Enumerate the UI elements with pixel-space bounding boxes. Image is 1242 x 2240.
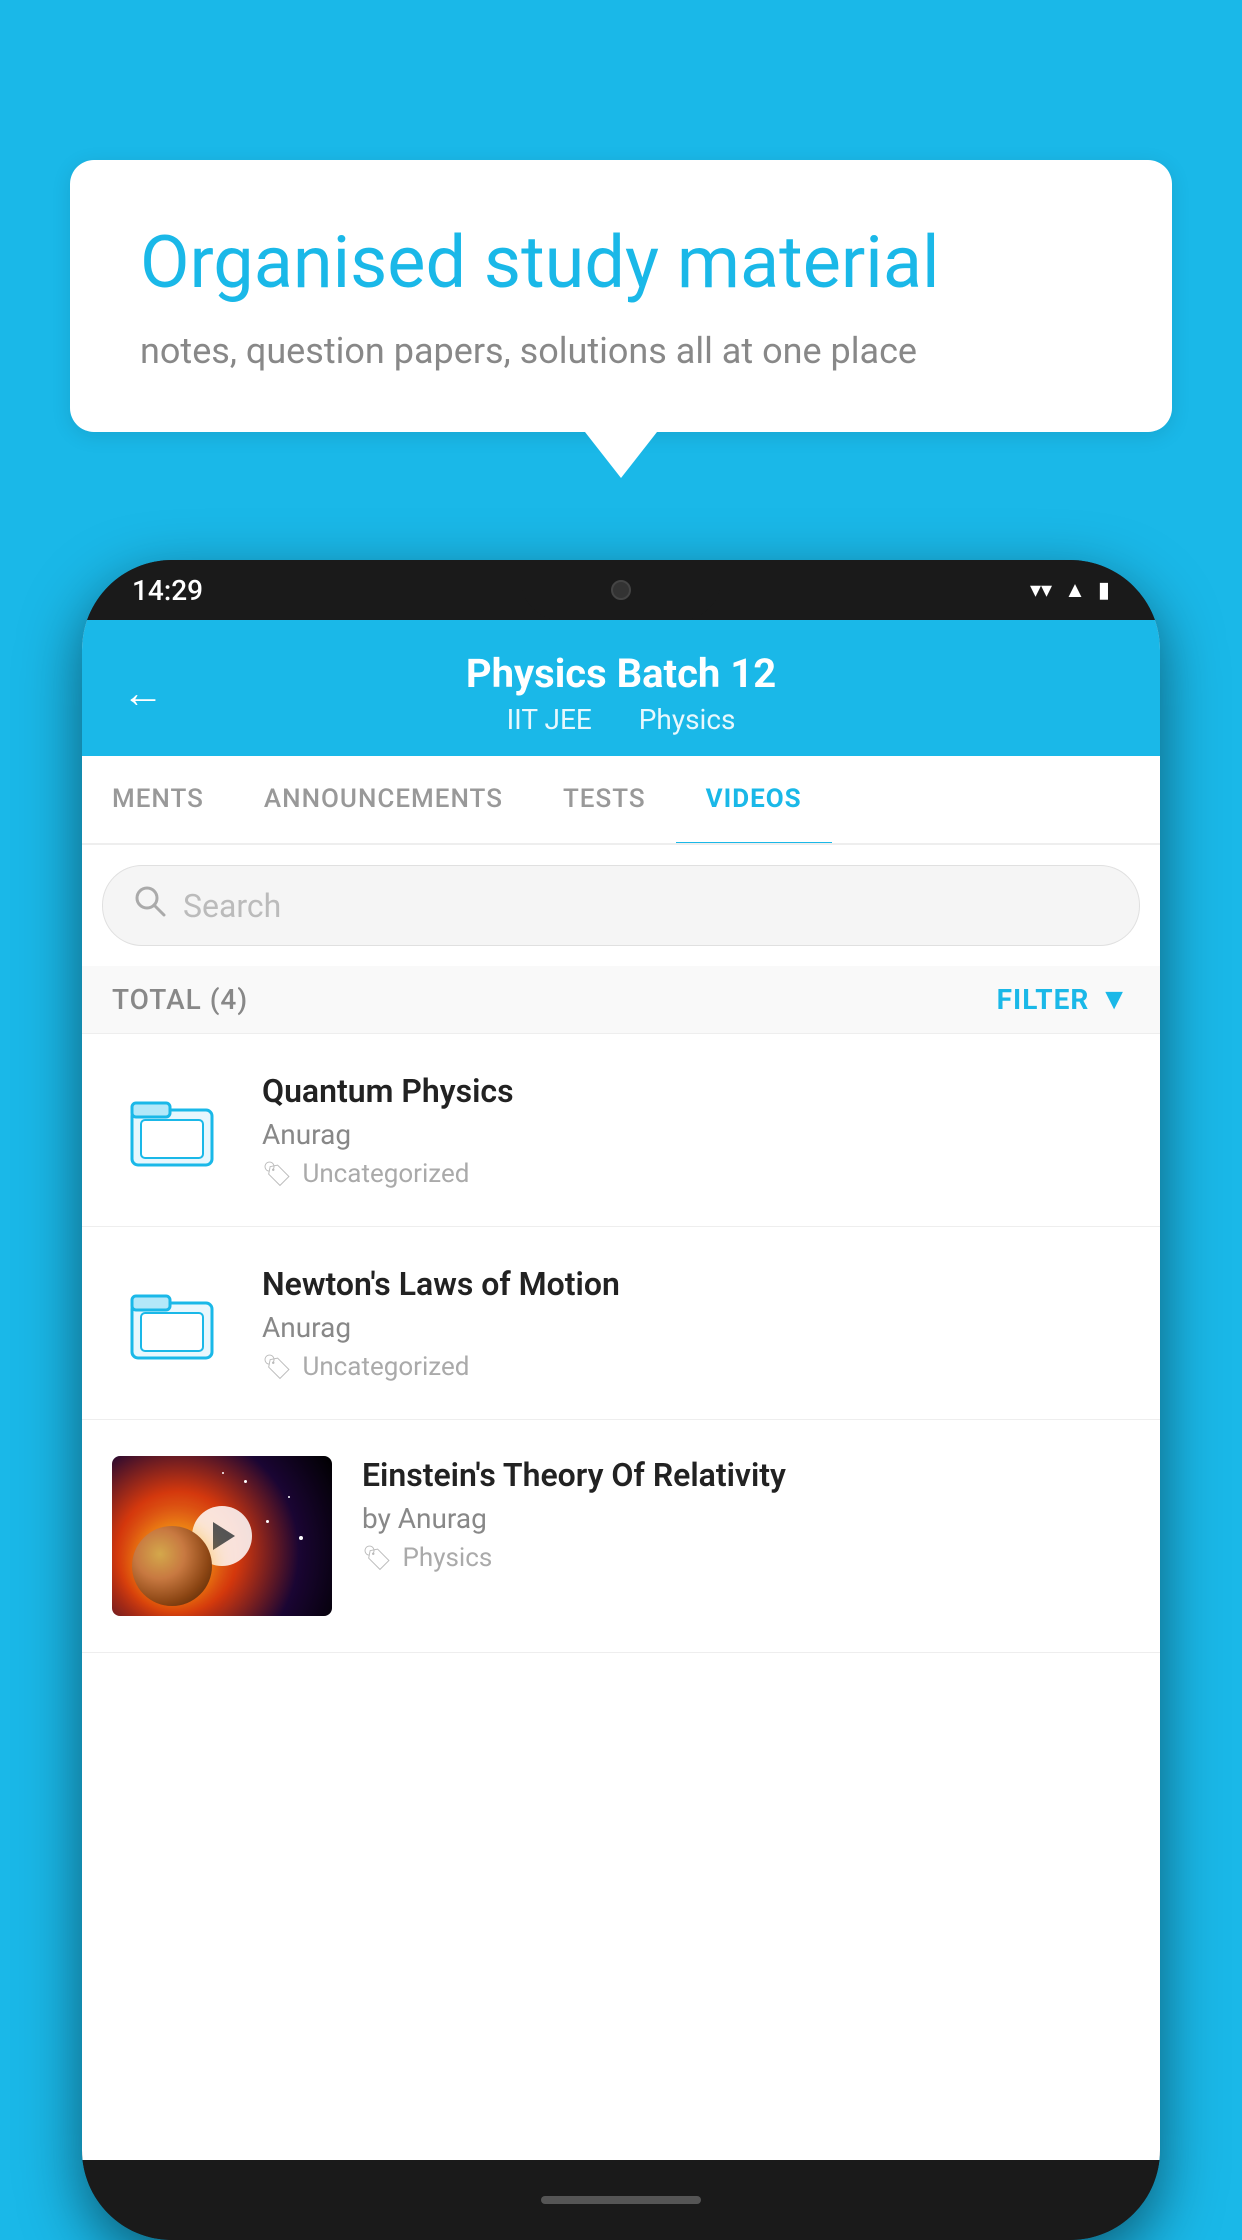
tab-tests[interactable]: TESTS bbox=[533, 756, 676, 845]
subtitle-physics: Physics bbox=[639, 703, 736, 736]
phone-bottom-bar bbox=[82, 2160, 1160, 2240]
video-folder-icon bbox=[112, 1263, 232, 1383]
video-tag: 🏷 Uncategorized bbox=[262, 1159, 1130, 1189]
bubble-subtitle: notes, question papers, solutions all at… bbox=[140, 330, 1102, 372]
video-info: Newton's Laws of Motion Anurag 🏷 Uncateg… bbox=[262, 1265, 1130, 1382]
phone-frame: 14:29 ▾▾ ▲ ▮ ← Physics Batch 12 IIT JEE … bbox=[82, 560, 1160, 2240]
filter-row: TOTAL (4) FILTER ▼ bbox=[82, 966, 1160, 1034]
header-row: ← Physics Batch 12 IIT JEE Physics bbox=[122, 650, 1120, 736]
video-author: Anurag bbox=[262, 1311, 1130, 1344]
video-title: Einstein's Theory Of Relativity bbox=[362, 1456, 1130, 1494]
video-folder-icon bbox=[112, 1070, 232, 1190]
promo-section: Organised study material notes, question… bbox=[70, 160, 1172, 478]
header-title-group: Physics Batch 12 IIT JEE Physics bbox=[466, 650, 776, 736]
subtitle-iitjee: IIT JEE bbox=[507, 703, 592, 736]
home-indicator bbox=[541, 2196, 701, 2204]
tag-label: Uncategorized bbox=[302, 1352, 469, 1382]
filter-label: FILTER bbox=[997, 983, 1090, 1016]
tag-label: Physics bbox=[402, 1543, 492, 1573]
wifi-icon: ▾▾ bbox=[1030, 578, 1052, 603]
tab-ments[interactable]: MENTS bbox=[82, 756, 234, 845]
speech-bubble-tail bbox=[585, 432, 657, 478]
filter-button[interactable]: FILTER ▼ bbox=[997, 982, 1130, 1017]
tab-videos[interactable]: VIDEOS bbox=[676, 756, 832, 845]
search-placeholder: Search bbox=[183, 887, 281, 925]
video-author: Anurag bbox=[262, 1118, 1130, 1151]
tab-announcements[interactable]: ANNOUNCEMENTS bbox=[234, 756, 533, 845]
search-icon bbox=[133, 884, 167, 927]
app-header: ← Physics Batch 12 IIT JEE Physics bbox=[82, 620, 1160, 756]
speech-bubble-card: Organised study material notes, question… bbox=[70, 160, 1172, 432]
video-author: by Anurag bbox=[362, 1502, 1130, 1535]
battery-icon: ▮ bbox=[1098, 578, 1110, 603]
tag-icon: 🏷 bbox=[262, 1353, 292, 1381]
list-item[interactable]: Quantum Physics Anurag 🏷 Uncategorized bbox=[82, 1034, 1160, 1227]
video-tag: 🏷 Physics bbox=[362, 1543, 1130, 1573]
video-info: Einstein's Theory Of Relativity by Anura… bbox=[362, 1456, 1130, 1573]
status-time: 14:29 bbox=[132, 574, 203, 607]
list-item[interactable]: Einstein's Theory Of Relativity by Anura… bbox=[82, 1420, 1160, 1653]
total-count: TOTAL (4) bbox=[112, 983, 248, 1016]
phone-screen: ← Physics Batch 12 IIT JEE Physics MENTS… bbox=[82, 620, 1160, 2160]
signal-icon: ▲ bbox=[1064, 577, 1086, 603]
status-icons: ▾▾ ▲ ▮ bbox=[1030, 577, 1110, 603]
tag-icon: 🏷 bbox=[362, 1544, 392, 1572]
status-bar: 14:29 ▾▾ ▲ ▮ bbox=[82, 560, 1160, 620]
tag-label: Uncategorized bbox=[302, 1159, 469, 1189]
tag-icon: 🏷 bbox=[262, 1160, 292, 1188]
video-thumbnail bbox=[112, 1456, 332, 1616]
notch bbox=[521, 560, 721, 620]
camera-dot bbox=[611, 580, 631, 600]
batch-title: Physics Batch 12 bbox=[466, 650, 776, 697]
video-title: Quantum Physics bbox=[262, 1072, 1130, 1110]
back-button[interactable]: ← bbox=[122, 669, 164, 718]
planet-decoration bbox=[132, 1526, 212, 1606]
tabs-bar: MENTS ANNOUNCEMENTS TESTS VIDEOS bbox=[82, 756, 1160, 845]
video-info: Quantum Physics Anurag 🏷 Uncategorized bbox=[262, 1072, 1130, 1189]
video-list: Quantum Physics Anurag 🏷 Uncategorized bbox=[82, 1034, 1160, 1653]
list-item[interactable]: Newton's Laws of Motion Anurag 🏷 Uncateg… bbox=[82, 1227, 1160, 1420]
batch-subtitle: IIT JEE Physics bbox=[466, 703, 776, 736]
filter-funnel-icon: ▼ bbox=[1099, 982, 1130, 1017]
bubble-title: Organised study material bbox=[140, 220, 1102, 306]
search-bar[interactable]: Search bbox=[102, 865, 1140, 946]
video-tag: 🏷 Uncategorized bbox=[262, 1352, 1130, 1382]
video-title: Newton's Laws of Motion bbox=[262, 1265, 1130, 1303]
